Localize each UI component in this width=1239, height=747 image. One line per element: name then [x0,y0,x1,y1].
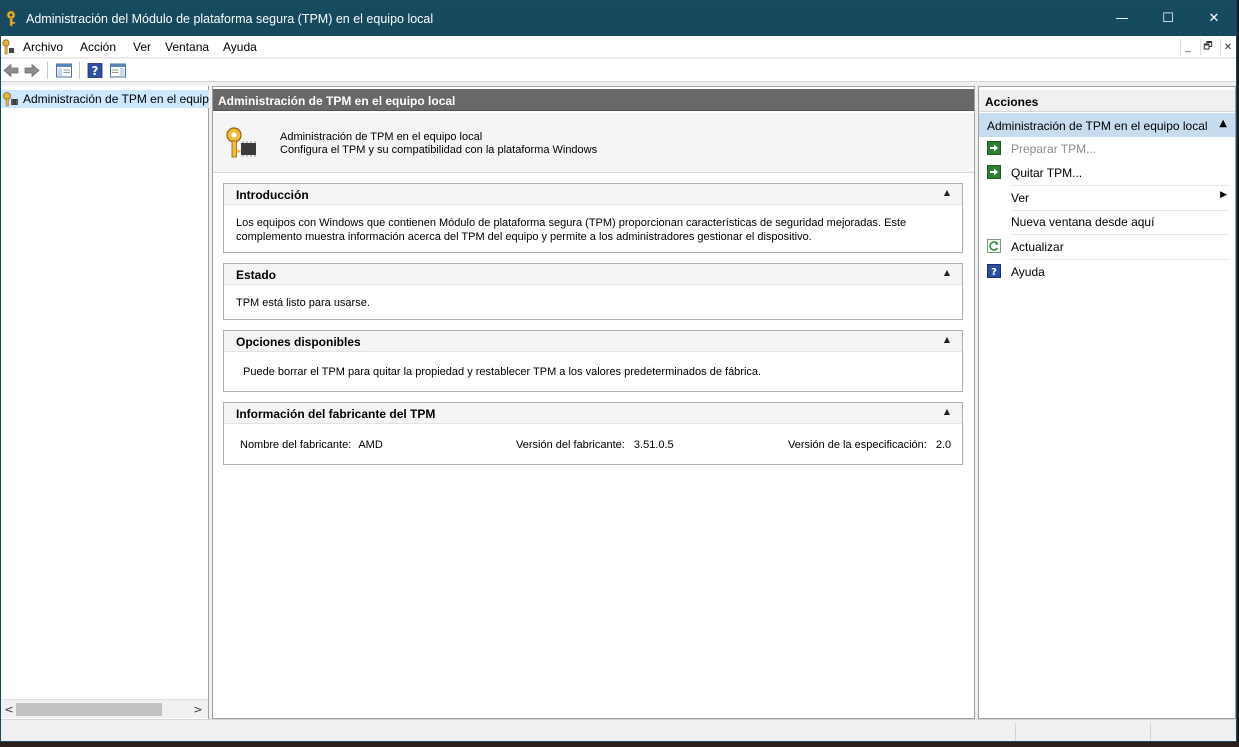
collapse-toggle[interactable]: ▲ [1219,118,1227,129]
horizontal-scrollbar[interactable]: < > [1,699,208,718]
desktop-background [0,742,1239,747]
tpm-chip-key-icon [226,127,256,158]
action-label: Quitar TPM... [1011,166,1083,180]
minimize-button[interactable]: — [1099,1,1145,36]
action-label: Preparar TPM... [1011,142,1097,156]
actions-group-label: Administración de TPM en el equipo local [987,119,1208,133]
scrollbar-thumb[interactable] [16,703,162,716]
menu-ayuda[interactable]: Ayuda [223,40,257,54]
snapin-description-banner: Administración de TPM en el equipo local… [213,113,974,173]
results-pane-header: Administración de TPM en el equipo local [213,89,974,111]
console-tree-pane: Administración de TPM en el equipo local… [1,86,209,719]
action-label: Ayuda [1011,265,1045,279]
tpm-key-icon [6,10,16,27]
forward-arrow-icon[interactable] [23,62,41,79]
mdi-restore-button[interactable]: 🗗 [1200,39,1215,55]
section-body: Los equipos con Windows que contienen Mó… [236,216,906,244]
scroll-right-button[interactable]: > [191,701,205,717]
intro-text-line: complemento muestra información acerca d… [236,231,812,243]
status-separator [1015,723,1016,741]
action-label: Actualizar [1011,240,1064,254]
manufacturer-name-row: Nombre del fabricante: AMD [240,438,383,452]
green-arrow-icon [987,165,1001,179]
show-hide-action-pane-icon[interactable] [109,62,127,79]
maximize-button[interactable]: ☐ [1145,1,1191,36]
mdi-minimize-button[interactable]: _ [1180,39,1195,55]
action-refresh[interactable]: Actualizar [979,235,1229,259]
manufacturer-name-value: AMD [358,439,383,451]
action-new-window[interactable]: Nueva ventana desde aquí [979,210,1229,234]
action-prepare-tpm[interactable]: Preparar TPM... [979,137,1229,161]
spec-version-value: 2.0 [935,439,952,451]
section-introduction: Introducción ▲ Los equipos con Windows q… [223,183,963,253]
section-title: Estado [236,268,277,282]
svg-text:?: ? [991,267,997,278]
console-icon[interactable] [1,39,15,55]
submenu-arrow-icon: ▶ [1220,190,1227,200]
back-arrow-icon[interactable] [2,62,20,79]
section-status: Estado ▲ TPM está listo para usarse. [223,263,963,320]
collapse-toggle[interactable]: ▲ [944,335,950,344]
spec-version-label: Versión de la especificación: [788,439,927,451]
tpm-key-icon [3,92,18,107]
section-header[interactable]: Información del fabricante del TPM ▲ [224,403,962,424]
menu-accion[interactable]: Acción [80,40,116,54]
status-bar [1,719,1236,741]
intro-text-line: Los equipos con Windows que contienen Mó… [236,217,907,229]
manufacturer-version-row: Versión del fabricante: 3.51.0.5 [516,438,674,452]
section-header[interactable]: Estado ▲ [224,264,962,285]
section-header[interactable]: Opciones disponibles ▲ [224,331,962,352]
status-text: TPM está listo para usarse. [236,297,370,309]
toolbar: ? [1,59,1236,82]
refresh-icon [987,239,1001,253]
section-header[interactable]: Introducción ▲ [224,184,962,205]
tree-item-label: Administración de TPM en el equipo local [23,92,209,106]
status-separator [1150,723,1151,741]
help-icon[interactable]: ? [87,62,103,79]
collapse-toggle[interactable]: ▲ [944,407,950,416]
action-view[interactable]: Ver ▶ [979,186,1229,210]
mmc-window: Administración del Módulo de plataforma … [0,0,1237,742]
actions-header: Acciones [979,90,1235,112]
manufacturer-version-value: 3.51.0.5 [633,439,674,451]
toolbar-separator [79,62,80,79]
mdi-close-button[interactable]: ✕ [1220,39,1235,55]
title-bar[interactable]: Administración del Módulo de plataforma … [1,1,1236,36]
collapse-toggle[interactable]: ▲ [944,188,950,197]
banner-description: Configura el TPM y su compatibilidad con… [280,144,598,156]
scroll-left-button[interactable]: < [2,701,16,717]
menu-archivo[interactable]: Archivo [23,40,63,54]
menu-bar: Archivo Acción Ver Ventana Ayuda _ 🗗 ✕ [1,36,1236,58]
show-hide-tree-icon[interactable] [55,62,73,79]
manufacturer-version-label: Versión del fabricante: [516,439,625,451]
banner-title: Administración de TPM en el equipo local [280,131,483,143]
menu-ventana[interactable]: Ventana [165,40,209,54]
section-title: Introducción [236,188,309,202]
action-label: Nueva ventana desde aquí [1011,215,1155,229]
green-arrow-icon [987,141,1001,155]
section-title: Opciones disponibles [236,335,361,349]
section-manufacturer-info: Información del fabricante del TPM ▲ Nom… [223,402,963,465]
window-title: Administración del Módulo de plataforma … [26,12,434,26]
section-title: Información del fabricante del TPM [236,407,436,421]
close-button[interactable]: ✕ [1191,1,1236,36]
spec-version-row: Versión de la especificación: 2.0 [788,438,951,452]
collapse-toggle[interactable]: ▲ [944,268,950,277]
action-clear-tpm[interactable]: Quitar TPM... [979,161,1229,185]
toolbar-separator [47,62,48,79]
svg-text:?: ? [92,64,99,78]
results-pane: Administración de TPM en el equipo local… [212,86,975,719]
action-label: Ver [1011,191,1030,205]
manufacturer-name-label: Nombre del fabricante: [240,439,352,451]
options-text: Puede borrar el TPM para quitar la propi… [243,366,762,378]
section-available-options: Opciones disponibles ▲ Puede borrar el T… [223,330,963,392]
actions-group-tpm[interactable]: Administración de TPM en el equipo local… [979,113,1235,137]
tree-item-tpm-management[interactable]: Administración de TPM en el equipo local [1,90,209,108]
help-icon: ? [987,264,1001,278]
actions-pane: Acciones Administración de TPM en el equ… [978,86,1236,719]
action-help[interactable]: ? Ayuda [979,260,1229,284]
menu-ver[interactable]: Ver [133,40,151,54]
